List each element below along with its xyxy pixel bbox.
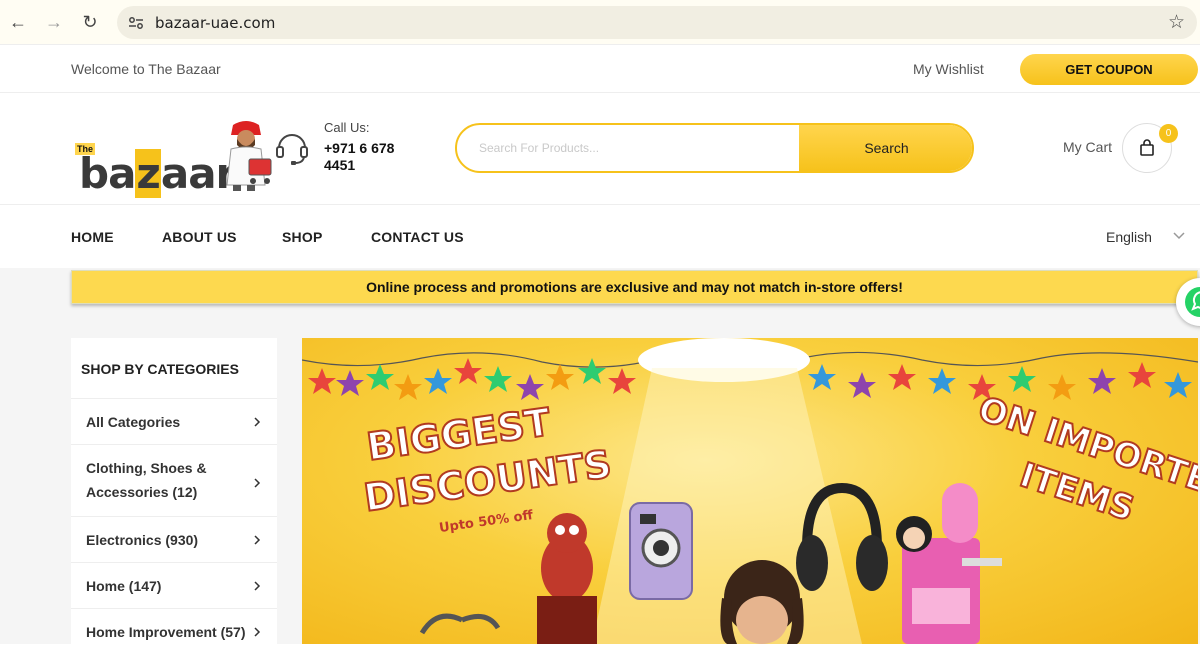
categories-panel: SHOP BY CATEGORIES All Categories Clothi…	[71, 338, 277, 644]
mascot-shopper-icon	[226, 121, 272, 191]
shopping-bag-icon	[1140, 139, 1154, 156]
chevron-right-icon	[254, 535, 261, 545]
instant-camera-icon	[629, 502, 693, 600]
chevron-right-icon	[254, 417, 261, 427]
call-us-label: Call Us:	[324, 120, 370, 135]
whatsapp-icon	[1185, 287, 1200, 317]
welcome-text: Welcome to The Bazaar	[71, 61, 221, 77]
category-label: Home (147)	[86, 578, 162, 594]
language-selector[interactable]: English	[1106, 229, 1152, 245]
url-text[interactable]: bazaar-uae.com	[155, 14, 275, 32]
chevron-right-icon	[254, 627, 261, 637]
nav-about-us[interactable]: ABOUT US	[162, 229, 237, 245]
category-item-clothing[interactable]: Clothing, Shoes & Accessories (12)	[71, 444, 277, 516]
logo-wordmark: bazaar	[79, 149, 236, 198]
phone-number[interactable]: +971 6 678 4451	[324, 140, 414, 174]
whatsapp-chat-button[interactable]	[1176, 278, 1200, 326]
bicycle-handlebar-icon	[419, 613, 501, 635]
get-coupon-button[interactable]: GET COUPON	[1020, 54, 1198, 85]
chevron-down-icon[interactable]	[1172, 228, 1186, 242]
cart-count-badge: 0	[1159, 124, 1178, 143]
search-bar: Search	[455, 123, 974, 173]
my-cart-label[interactable]: My Cart	[1063, 139, 1112, 155]
categories-title: SHOP BY CATEGORIES	[81, 361, 239, 377]
banner-artwork: BIGGEST DISCOUNTS Upto 50% off ON IMPORT…	[302, 338, 1198, 644]
category-label: Electronics (930)	[86, 532, 199, 548]
nav-shop[interactable]: SHOP	[282, 229, 322, 245]
headset-icon	[276, 134, 308, 165]
svg-text:Upto 50% off: Upto 50% off	[438, 508, 534, 536]
toy-kitchen-icon	[896, 483, 1002, 644]
chevron-right-icon	[254, 478, 261, 488]
category-label: All Categories	[86, 414, 181, 430]
search-button[interactable]: Search	[799, 125, 972, 171]
content-area: Online process and promotions are exclus…	[0, 268, 1200, 644]
site-header: The bazaar Call Us: +971 6 678 4451 Sear…	[0, 93, 1200, 205]
main-nav: HOME ABOUT US SHOP CONTACT US English	[0, 206, 1200, 268]
back-arrow-icon[interactable]: ←	[6, 10, 30, 34]
bookmark-star-icon[interactable]: ☆	[1168, 11, 1185, 34]
nav-contact-us[interactable]: CONTACT US	[371, 229, 464, 245]
bazaar-logo[interactable]: The bazaar	[71, 113, 281, 198]
promo-notice-bar: Online process and promotions are exclus…	[71, 270, 1198, 304]
category-item-electronics[interactable]: Electronics (930)	[71, 516, 277, 562]
category-label: Clothing, Shoes & Accessories (12)	[86, 460, 207, 500]
forward-arrow-icon[interactable]: →	[42, 10, 66, 34]
browser-toolbar: ← → ↻ bazaar-uae.com ☆	[0, 0, 1200, 45]
nav-home[interactable]: HOME	[71, 229, 114, 245]
site-settings-icon[interactable]	[127, 14, 145, 32]
category-item-all[interactable]: All Categories	[71, 398, 277, 444]
wishlist-link[interactable]: My Wishlist	[913, 61, 984, 77]
category-item-home[interactable]: Home (147)	[71, 562, 277, 608]
search-input[interactable]	[457, 125, 799, 171]
chevron-right-icon	[254, 581, 261, 591]
category-label: Home Improvement (57)	[86, 624, 246, 640]
category-item-home-improvement[interactable]: Home Improvement (57)	[71, 608, 277, 654]
plush-toy-icon	[537, 513, 597, 644]
reload-icon[interactable]: ↻	[78, 10, 102, 34]
address-bar[interactable]: bazaar-uae.com ☆	[117, 6, 1197, 39]
top-bar: Welcome to The Bazaar My Wishlist GET CO…	[0, 45, 1200, 93]
hero-banner[interactable]: BIGGEST DISCOUNTS Upto 50% off ON IMPORT…	[302, 338, 1198, 644]
